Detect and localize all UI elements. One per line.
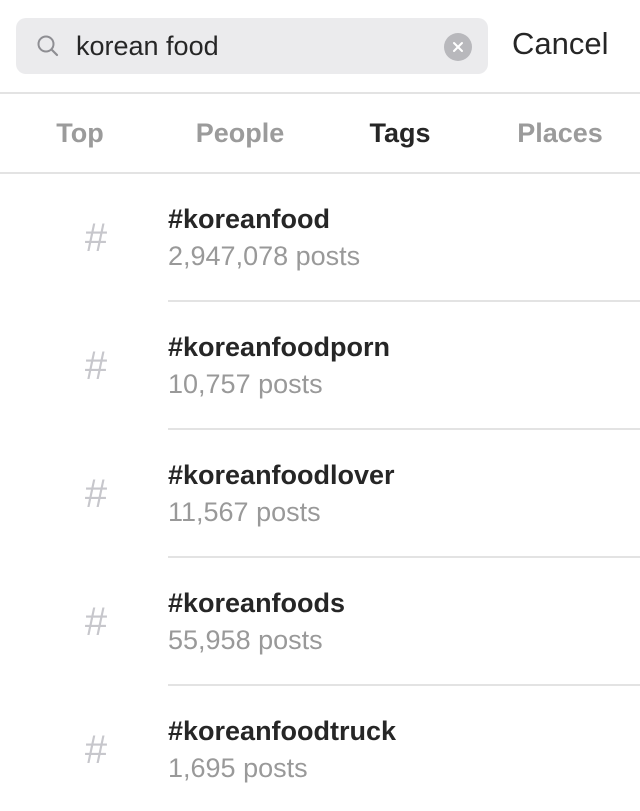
- hashtag-icon: #: [84, 728, 108, 772]
- close-icon: [453, 42, 463, 52]
- tab-tags[interactable]: Tags: [320, 94, 480, 174]
- hashtag-icon: #: [84, 344, 108, 388]
- tab-people[interactable]: People: [160, 94, 320, 172]
- tag-results-list: # #koreanfood 2,947,078 posts # #koreanf…: [0, 174, 640, 811]
- clear-search-button[interactable]: [444, 33, 472, 61]
- tab-places[interactable]: Places: [480, 94, 640, 172]
- tag-result-row[interactable]: # #koreanfoodporn 10,757 posts: [0, 302, 640, 430]
- cancel-button[interactable]: Cancel: [512, 26, 609, 62]
- tag-name: #koreanfood: [168, 204, 331, 234]
- tag-post-count: 2,947,078 posts: [168, 241, 361, 271]
- tag-result-row[interactable]: # #koreanfoodlover 11,567 posts: [0, 430, 640, 558]
- tag-name: #koreanfoodlover: [168, 460, 395, 490]
- hashtag-icon: #: [84, 600, 108, 644]
- tag-post-count: 55,958 posts: [168, 625, 323, 655]
- hashtag-icon: #: [84, 216, 108, 260]
- tag-name: #koreanfoods: [168, 588, 346, 618]
- tag-result-row[interactable]: # #koreanfoods 55,958 posts: [0, 558, 640, 686]
- tag-post-count: 11,567 posts: [168, 497, 321, 527]
- tag-post-count: 10,757 posts: [168, 369, 323, 399]
- tag-result-row[interactable]: # #koreanfoodtruck 1,695 posts: [0, 686, 640, 811]
- search-icon: [37, 35, 59, 57]
- search-bar: [16, 18, 488, 74]
- tag-post-count: 1,695 posts: [168, 753, 308, 783]
- search-input[interactable]: [76, 18, 436, 74]
- tab-top[interactable]: Top: [0, 94, 160, 172]
- tag-result-row[interactable]: # #koreanfood 2,947,078 posts: [0, 174, 640, 302]
- tag-name: #koreanfoodporn: [168, 332, 391, 362]
- hashtag-icon: #: [84, 472, 108, 516]
- tag-name: #koreanfoodtruck: [168, 716, 397, 746]
- tab-bar: Top People Tags Places: [0, 94, 640, 174]
